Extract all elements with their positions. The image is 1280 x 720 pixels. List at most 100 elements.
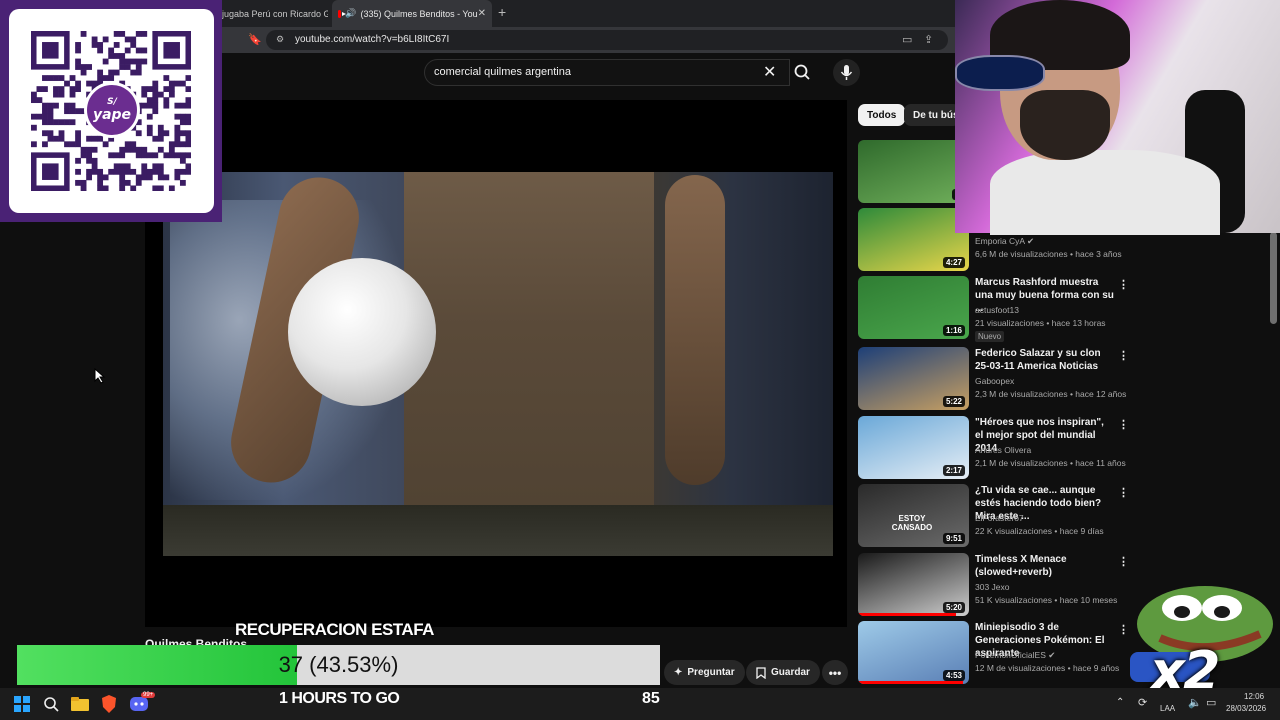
cast-icon[interactable]: ▭ bbox=[902, 33, 912, 46]
goal-target: 85 bbox=[642, 690, 660, 707]
save-label: Guardar bbox=[771, 667, 810, 678]
browser-tab-active[interactable]: 🔊 (335) Quilmes Benditos - You ✕ bbox=[332, 0, 492, 27]
chip-all[interactable]: Todos bbox=[858, 104, 906, 126]
video-thumbnail[interactable]: ESTOY CANSADO 9:51 bbox=[858, 484, 969, 547]
video-thumbnail[interactable]: 5:22 bbox=[858, 347, 969, 410]
video-thumbnail[interactable]: 4:53 bbox=[858, 621, 969, 684]
video-metadata: 51 K visualizaciones • hace 10 meses bbox=[975, 595, 1118, 605]
new-badge: Nuevo bbox=[975, 331, 1005, 342]
bookmark-icon[interactable]: 🔖 bbox=[248, 33, 262, 46]
video-thumbnail[interactable]: 1: bbox=[858, 140, 969, 203]
video-player-torso bbox=[404, 172, 654, 556]
ask-label: Preguntar bbox=[687, 667, 735, 678]
tab-title: (335) Quilmes Benditos - You bbox=[360, 8, 478, 19]
site-info-icon[interactable]: ⚙ bbox=[276, 34, 284, 45]
microphone-icon bbox=[840, 65, 853, 80]
related-video-item[interactable]: ESTOY CANSADO 9:51 ¿Tu vida se cae... aunq… bbox=[858, 484, 1129, 548]
video-metadata: 6,6 M de visualizaciones • hace 3 años bbox=[975, 249, 1122, 259]
related-video-item[interactable]: 5:20 Timeless X Menace (slowed+reverb) ⋮ 30… bbox=[858, 553, 1129, 617]
windows-icon[interactable] bbox=[12, 694, 32, 714]
notification-badge: 99+ bbox=[141, 692, 156, 698]
clear-search-icon[interactable]: ✕ bbox=[763, 62, 776, 82]
bookmark-save-icon bbox=[756, 666, 766, 679]
search-button[interactable] bbox=[788, 59, 816, 86]
channel-name[interactable]: actusfoot13 bbox=[975, 305, 1019, 315]
webcam-beard bbox=[1020, 90, 1110, 160]
video-football bbox=[288, 258, 436, 406]
clock-time[interactable]: 12:06 bbox=[1244, 692, 1264, 701]
clock-date[interactable]: 28/03/2026 bbox=[1226, 704, 1266, 713]
channel-name[interactable]: Gaboopex bbox=[975, 376, 1014, 386]
yape-logo-text: S/ yape bbox=[92, 97, 132, 123]
browser-tab[interactable]: jugaba Perú con Ricardo Ga bbox=[216, 0, 328, 27]
goal-value: 37 (43.53%) bbox=[278, 652, 399, 677]
battery-icon[interactable]: ▭ bbox=[1206, 696, 1216, 709]
discord-icon[interactable]: 99+ bbox=[129, 692, 156, 714]
voice-search-button[interactable] bbox=[833, 59, 860, 86]
more-actions-button[interactable]: ••• bbox=[822, 660, 848, 685]
video-metadata: 12 M de visualizaciones • hace 9 años bbox=[975, 663, 1120, 673]
channel-name-text: PokemonOficialES bbox=[975, 650, 1046, 660]
scrollbar-thumb[interactable] bbox=[1270, 232, 1277, 324]
tab-close-icon[interactable]: ✕ bbox=[478, 8, 486, 19]
ask-button[interactable]: ✦ Preguntar bbox=[664, 660, 745, 685]
video-thumbnail[interactable]: 5:20 bbox=[858, 553, 969, 616]
webcam-shirt bbox=[990, 150, 1220, 235]
duration-badge: 1:16 bbox=[942, 325, 965, 336]
duration-badge: 4:53 bbox=[942, 670, 965, 681]
tray-chevron-up-icon[interactable]: ⌃ bbox=[1116, 697, 1124, 708]
related-video-item[interactable]: 1:16 Marcus Rashford muestra una muy buen… bbox=[858, 276, 1129, 342]
video-thumbnail[interactable]: 4:27 bbox=[858, 208, 969, 271]
new-tab-button[interactable]: + bbox=[498, 4, 506, 20]
watch-progress-bar bbox=[858, 681, 964, 684]
goal-time-remaining: 1 HOURS TO GO bbox=[279, 690, 400, 707]
goal-label: RECUPERACION ESTAFA bbox=[235, 620, 434, 639]
video-menu-icon[interactable]: ⋮ bbox=[1118, 278, 1129, 291]
chip-from-search[interactable]: De tu búsq bbox=[904, 104, 960, 126]
verified-icon: ✔ bbox=[1045, 650, 1056, 660]
video-metadata: 21 visualizaciones • hace 13 horas bbox=[975, 318, 1106, 328]
video-menu-icon[interactable]: ⋮ bbox=[1118, 555, 1129, 568]
mouse-cursor-icon bbox=[94, 368, 106, 384]
windows-taskbar bbox=[0, 688, 1280, 720]
tab-title: jugaba Perú con Ricardo Ga bbox=[222, 8, 328, 19]
channel-name[interactable]: ElForastero7 bbox=[975, 513, 1024, 523]
video-metadata: 22 K visualizaciones • hace 9 días bbox=[975, 526, 1104, 536]
network-icon[interactable]: ⟳ bbox=[1138, 696, 1147, 709]
duration-badge: 5:22 bbox=[942, 396, 965, 407]
channel-name-text: Emporia CyA bbox=[975, 236, 1025, 246]
video-ground bbox=[163, 505, 833, 556]
url-text: youtube.com/watch?v=b6LI8ItC67I bbox=[295, 34, 450, 45]
brave-browser-icon[interactable] bbox=[99, 694, 119, 714]
sparkle-icon: ✦ bbox=[674, 667, 683, 678]
channel-name[interactable]: PokemonOficialES ✔ bbox=[975, 650, 1055, 661]
video-title[interactable]: Timeless X Menace (slowed+reverb) bbox=[975, 553, 1115, 579]
language-indicator[interactable]: LAA bbox=[1160, 704, 1175, 713]
channel-name-text: Gaboopex bbox=[975, 376, 1015, 386]
file-explorer-icon[interactable] bbox=[70, 694, 90, 714]
related-video-item[interactable]: 4:53 Miniepisodio 3 de Generaciones Pokém… bbox=[858, 621, 1129, 685]
video-metadata: 2,3 M de visualizaciones • hace 12 años bbox=[975, 389, 1127, 399]
channel-name[interactable]: Emporia CyA ✔ bbox=[975, 236, 1034, 247]
channel-name[interactable]: 303 Jexo bbox=[975, 582, 1010, 592]
video-menu-icon[interactable]: ⋮ bbox=[1118, 418, 1129, 431]
channel-name-text: actusfoot13 bbox=[975, 305, 1019, 315]
duration-badge: 4:27 bbox=[942, 257, 965, 268]
watch-progress-bar bbox=[858, 613, 956, 616]
video-title[interactable]: Federico Salazar y su clon 25-03-11 Amer… bbox=[975, 347, 1115, 373]
verified-icon: ✔ bbox=[1024, 236, 1035, 246]
video-menu-icon[interactable]: ⋮ bbox=[1118, 486, 1129, 499]
volume-icon[interactable]: 🔈 bbox=[1188, 696, 1202, 709]
video-thumbnail[interactable]: 2:17 bbox=[858, 416, 969, 479]
search-query-text: comercial quilmes argentina bbox=[434, 66, 571, 78]
thumbnail-text: ESTOY CANSADO bbox=[891, 514, 933, 532]
related-video-item[interactable]: 5:22 Federico Salazar y su clon 25-03-11 … bbox=[858, 347, 1129, 411]
save-button[interactable]: Guardar bbox=[746, 660, 820, 685]
search-icon[interactable] bbox=[41, 694, 61, 714]
video-thumbnail[interactable]: 1:16 bbox=[858, 276, 969, 339]
related-video-item[interactable]: 2:17 "Héroes que nos inspiran", el mejor … bbox=[858, 416, 1129, 480]
channel-name[interactable]: Andrés Olivera bbox=[975, 445, 1031, 455]
webcam-sunglasses bbox=[955, 55, 1045, 91]
video-menu-icon[interactable]: ⋮ bbox=[1118, 349, 1129, 362]
share-icon[interactable]: ⇪ bbox=[924, 33, 933, 46]
